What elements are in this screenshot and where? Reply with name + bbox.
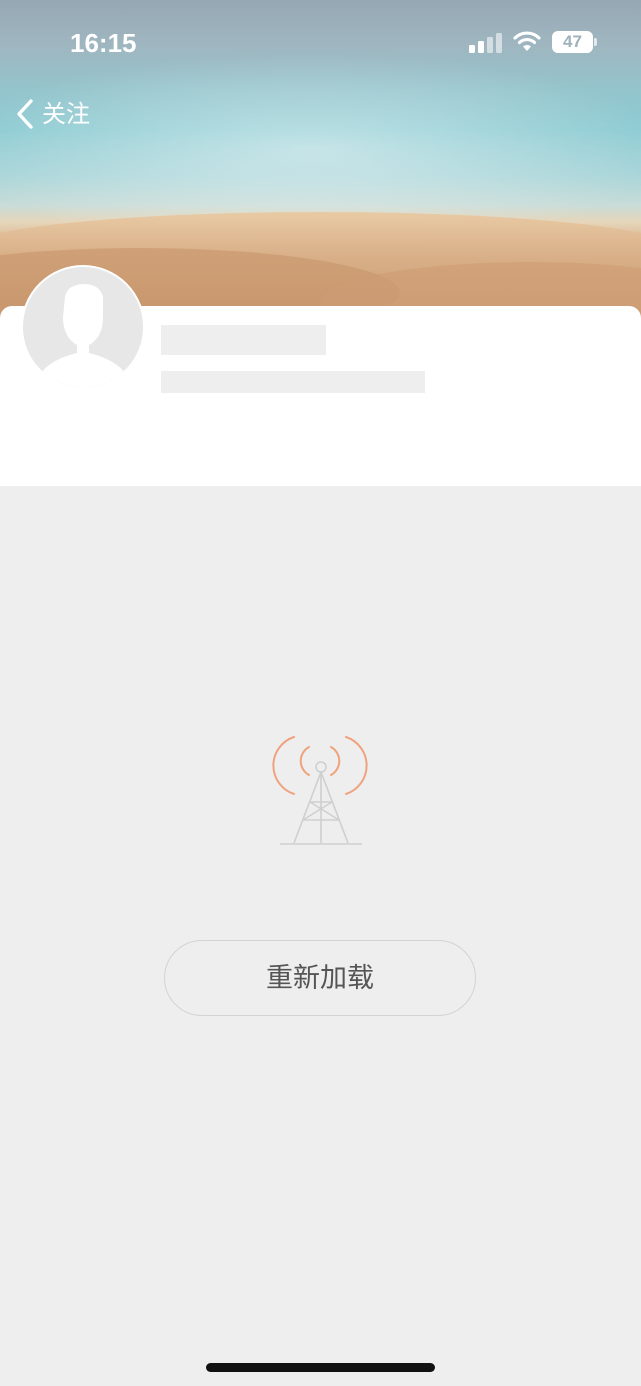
back-label: 关注 (42, 100, 90, 128)
signal-tower-icon (272, 736, 368, 845)
battery-icon: 47 (552, 31, 598, 55)
battery-tip (594, 38, 597, 46)
cellular-signal-icon (469, 33, 502, 53)
avatar[interactable] (21, 265, 145, 389)
wifi-icon (513, 31, 541, 51)
bio-placeholder (161, 371, 425, 393)
back-button[interactable]: 关注 (14, 92, 110, 136)
status-bar-time: 16:15 (70, 28, 137, 58)
battery-level: 47 (563, 32, 582, 51)
reload-button[interactable]: 重新加载 (164, 940, 476, 1016)
username-placeholder (161, 325, 326, 355)
error-message (200, 874, 441, 910)
home-indicator[interactable] (206, 1363, 435, 1372)
profile-screen: 16:15 47 关注 重新加载 (0, 0, 641, 1386)
default-avatar-icon (23, 267, 143, 387)
chevron-left-icon (17, 99, 33, 129)
